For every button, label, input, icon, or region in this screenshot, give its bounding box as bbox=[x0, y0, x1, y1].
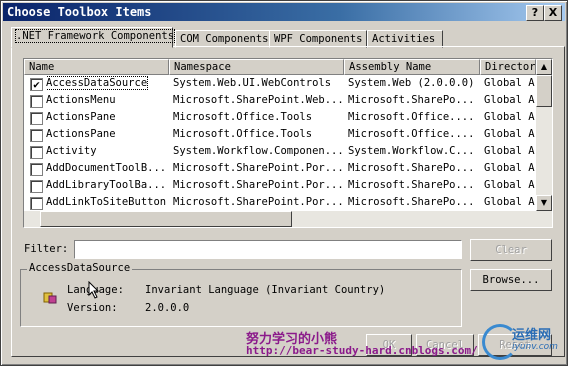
item-name: ActionsMenu bbox=[46, 94, 116, 106]
list-item[interactable]: ActionsPane Microsoft.Office.Tools Microso… bbox=[24, 126, 536, 143]
item-checkbox[interactable] bbox=[30, 129, 43, 142]
item-name: ActionsPane bbox=[46, 128, 116, 140]
tab-net-framework-components[interactable]: .NET Framework Components bbox=[11, 27, 176, 48]
watermark-site-url: iyunv.com bbox=[512, 342, 558, 352]
window-title: Choose Toolbox Items bbox=[7, 5, 152, 19]
item-assembly: Microsoft.SharePo... bbox=[348, 94, 475, 106]
item-assembly: System.Web (2.0.0.0) bbox=[348, 77, 475, 89]
list-item[interactable]: AddLinkToSiteButton Microsoft.SharePoint.… bbox=[24, 194, 536, 211]
item-directory: Global A bbox=[484, 128, 535, 140]
item-checkbox[interactable] bbox=[30, 95, 43, 108]
horizontal-scrollbar[interactable] bbox=[24, 211, 536, 227]
filter-label: Filter: bbox=[24, 243, 69, 255]
column-header-assembly-name[interactable]: Assembly Name bbox=[344, 59, 480, 75]
list-item[interactable]: ✔ AccessDataSource System.Web.UI.WebContro… bbox=[24, 75, 536, 92]
item-namespace: Microsoft.SharePoint.Por... bbox=[173, 162, 343, 174]
item-name: Activity bbox=[46, 145, 97, 157]
horizontal-scroll-thumb[interactable] bbox=[40, 211, 292, 227]
item-checkbox[interactable] bbox=[30, 163, 43, 176]
item-namespace: Microsoft.SharePoint.Por... bbox=[173, 196, 343, 208]
item-namespace: Microsoft.Office.Tools bbox=[173, 111, 313, 123]
list-item[interactable]: AddDocumentToolB... Microsoft.SharePoint.… bbox=[24, 160, 536, 177]
assembly-icon bbox=[43, 292, 57, 304]
close-button[interactable]: X bbox=[544, 5, 562, 21]
version-label: Version: bbox=[67, 302, 118, 314]
item-assembly: Microsoft.SharePo... bbox=[348, 179, 475, 191]
language-value: Invariant Language (Invariant Country) bbox=[145, 284, 386, 296]
vertical-scroll-thumb[interactable] bbox=[536, 75, 552, 107]
item-directory: Global A bbox=[484, 145, 535, 157]
watermark-url: http://bear-study-hard.cnblogs.com/ bbox=[246, 344, 478, 357]
watermark-logo: 运维网 iyunv.com bbox=[478, 322, 562, 362]
title-bar[interactable]: Choose Toolbox Items ? X bbox=[3, 3, 565, 21]
components-list[interactable]: Name Namespace Assembly Name Director ✔ A… bbox=[23, 58, 553, 228]
item-name: AddLinkToSiteButton bbox=[46, 196, 167, 208]
list-header: Name Namespace Assembly Name Director bbox=[24, 59, 536, 75]
scroll-down-icon[interactable]: ▼ bbox=[536, 195, 552, 211]
item-namespace: System.Web.UI.WebControls bbox=[173, 77, 332, 89]
item-directory: Global A bbox=[484, 162, 535, 174]
details-group: AccessDataSource Language: Invariant Lan… bbox=[20, 262, 462, 327]
item-checkbox[interactable] bbox=[30, 197, 43, 210]
details-group-title: AccessDataSource bbox=[27, 262, 133, 274]
item-assembly: Microsoft.Office.... bbox=[348, 111, 475, 123]
browse-button[interactable]: Browse... bbox=[470, 269, 552, 291]
item-assembly: Microsoft.SharePo... bbox=[348, 196, 475, 208]
list-item[interactable]: ActionsPane Microsoft.Office.Tools Microso… bbox=[24, 109, 536, 126]
item-assembly: System.Workflow.C... bbox=[348, 145, 475, 157]
choose-toolbox-items-dialog: Choose Toolbox Items ? X .NET Framework … bbox=[0, 0, 568, 366]
help-button[interactable]: ? bbox=[526, 5, 544, 21]
mouse-cursor-icon bbox=[88, 281, 100, 299]
list-item[interactable]: AddLibraryToolBa... Microsoft.SharePoint.… bbox=[24, 177, 536, 194]
column-header-namespace[interactable]: Namespace bbox=[169, 59, 344, 75]
watermark-site: 运维网 bbox=[512, 328, 552, 343]
list-item[interactable]: ActionsMenu Microsoft.SharePoint.Web... Mi… bbox=[24, 92, 536, 109]
item-directory: Global A bbox=[484, 111, 535, 123]
filter-input[interactable] bbox=[74, 240, 462, 259]
item-checkbox[interactable] bbox=[30, 146, 43, 159]
item-namespace: Microsoft.SharePoint.Web... bbox=[173, 94, 343, 106]
item-name: AddDocumentToolB... bbox=[46, 162, 167, 174]
item-assembly: Microsoft.Office.... bbox=[348, 128, 475, 140]
scroll-up-icon[interactable]: ▲ bbox=[536, 59, 552, 75]
version-value: 2.0.0.0 bbox=[145, 302, 190, 314]
item-name: AccessDataSource bbox=[46, 76, 149, 90]
clear-button[interactable]: Clear bbox=[470, 239, 552, 261]
list-item[interactable]: Activity System.Workflow.Componen... Syste… bbox=[24, 143, 536, 160]
item-namespace: Microsoft.SharePoint.Por... bbox=[173, 179, 343, 191]
item-assembly: Microsoft.SharePo... bbox=[348, 162, 475, 174]
item-directory: Global A bbox=[484, 196, 535, 208]
item-directory: Global A bbox=[484, 77, 535, 89]
column-header-directory[interactable]: Director bbox=[480, 59, 536, 75]
tab-panel: Name Namespace Assembly Name Director ✔ A… bbox=[11, 46, 565, 357]
item-checkbox[interactable] bbox=[30, 112, 43, 125]
item-name: AddLibraryToolBa... bbox=[46, 179, 167, 191]
item-directory: Global A bbox=[484, 94, 535, 106]
item-namespace: System.Workflow.Componen... bbox=[173, 145, 343, 157]
item-checkbox[interactable]: ✔ bbox=[30, 78, 43, 91]
column-header-name[interactable]: Name bbox=[24, 59, 169, 75]
item-directory: Global A bbox=[484, 179, 535, 191]
item-namespace: Microsoft.Office.Tools bbox=[173, 128, 313, 140]
item-checkbox[interactable] bbox=[30, 180, 43, 193]
item-name: ActionsPane bbox=[46, 111, 116, 123]
vertical-scrollbar[interactable]: ▲ ▼ bbox=[536, 59, 552, 227]
